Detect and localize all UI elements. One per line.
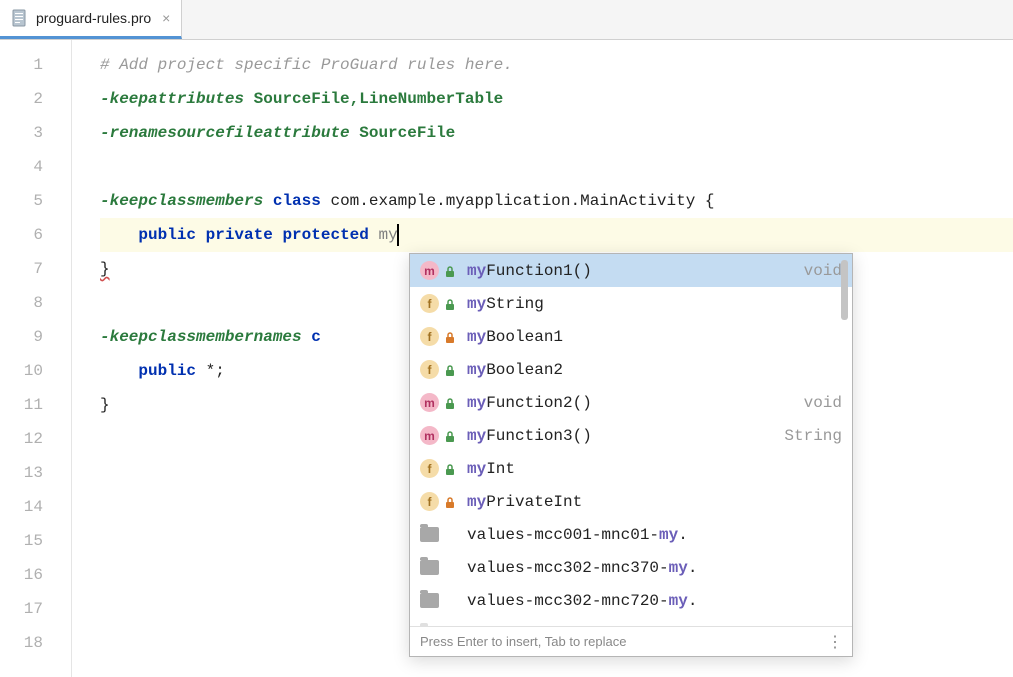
item-label: myBoolean2	[467, 361, 842, 379]
public-lock-icon	[445, 364, 455, 376]
item-label: values-mcc302-mnc720-my.	[467, 592, 842, 610]
line-number: 7	[0, 252, 71, 286]
close-brace: }	[100, 396, 110, 414]
public-lock-icon	[445, 529, 455, 541]
item-label: myString	[467, 295, 842, 313]
file-icon	[10, 8, 28, 28]
modifier-public: public	[138, 362, 196, 380]
autocomplete-item[interactable]: values-mcc001-mnc01-my.	[410, 518, 852, 551]
autocomplete-item[interactable]: f myString	[410, 287, 852, 320]
typed-text: my	[378, 226, 397, 244]
line-number: 15	[0, 524, 71, 558]
autocomplete-item[interactable]: values-mcc310-mnc030-my.	[410, 617, 852, 626]
line-gutter: 123456789101112131415161718	[0, 40, 72, 677]
autocomplete-item[interactable]: m myFunction2() void	[410, 386, 852, 419]
public-lock-icon	[445, 562, 455, 574]
folder-icon	[420, 560, 439, 575]
identifier: SourceFile,LineNumberTable	[254, 90, 504, 108]
class-keyword: class	[273, 192, 321, 210]
line-number: 5	[0, 184, 71, 218]
editor-tab[interactable]: proguard-rules.pro ×	[0, 0, 182, 39]
line-number: 8	[0, 286, 71, 320]
item-type: String	[784, 427, 842, 445]
class-keyword-partial: c	[311, 328, 321, 346]
method-badge-icon: m	[420, 261, 439, 280]
public-lock-icon	[445, 463, 455, 475]
line-number: 2	[0, 82, 71, 116]
method-badge-icon: m	[420, 393, 439, 412]
item-label: myInt	[467, 460, 842, 478]
folder-icon	[420, 593, 439, 608]
line-number: 3	[0, 116, 71, 150]
autocomplete-item[interactable]: f myInt	[410, 452, 852, 485]
identifier: SourceFile	[359, 124, 455, 142]
autocomplete-item[interactable]: f myBoolean2	[410, 353, 852, 386]
public-lock-icon	[445, 430, 455, 442]
autocomplete-popup[interactable]: mmyFunction1()voidfmyStringfmyBoolean1fm…	[409, 253, 853, 657]
method-badge-icon: m	[420, 426, 439, 445]
autocomplete-item[interactable]: f myPrivateInt	[410, 485, 852, 518]
line-number: 9	[0, 320, 71, 354]
field-badge-icon: f	[420, 294, 439, 313]
item-label: myFunction1()	[467, 262, 798, 280]
autocomplete-item[interactable]: values-mcc302-mnc720-my.	[410, 584, 852, 617]
line-number: 17	[0, 592, 71, 626]
line-number: 4	[0, 150, 71, 184]
caret	[397, 224, 399, 246]
item-type: void	[804, 394, 842, 412]
item-label: myFunction2()	[467, 394, 798, 412]
wildcard: *;	[206, 362, 225, 380]
current-line: public private protected my	[100, 218, 1013, 252]
item-type: void	[804, 262, 842, 280]
keyword: -keepclassmembers	[100, 192, 263, 210]
tab-filename: proguard-rules.pro	[36, 10, 151, 26]
item-label: values-mcc302-mnc370-my.	[467, 559, 842, 577]
field-badge-icon: f	[420, 327, 439, 346]
line-number: 11	[0, 388, 71, 422]
close-brace: }	[100, 260, 110, 278]
keyword: -keepclassmembernames	[100, 328, 302, 346]
tab-close-icon[interactable]: ×	[159, 11, 173, 25]
item-label: myFunction3()	[467, 427, 778, 445]
field-badge-icon: f	[420, 459, 439, 478]
line-number: 14	[0, 490, 71, 524]
modifier-protected: protected	[282, 226, 368, 244]
modifier-public: public	[138, 226, 196, 244]
item-label: myBoolean1	[467, 328, 842, 346]
private-lock-icon	[445, 331, 455, 343]
line-number: 18	[0, 626, 71, 660]
autocomplete-list: mmyFunction1()voidfmyStringfmyBoolean1fm…	[410, 254, 852, 626]
field-badge-icon: f	[420, 360, 439, 379]
modifier-private: private	[206, 226, 273, 244]
line-number: 10	[0, 354, 71, 388]
public-lock-icon	[445, 298, 455, 310]
item-label: values-mcc001-mnc01-my.	[467, 526, 842, 544]
line-number: 6	[0, 218, 71, 252]
public-lock-icon	[445, 595, 455, 607]
footer-hint: Press Enter to insert, Tab to replace	[420, 634, 626, 649]
keyword: -keepattributes	[100, 90, 244, 108]
public-lock-icon	[445, 397, 455, 409]
comment: # Add project specific ProGuard rules he…	[100, 56, 513, 74]
line-number: 13	[0, 456, 71, 490]
popup-scrollbar[interactable]	[841, 260, 848, 320]
folder-icon	[420, 527, 439, 542]
autocomplete-item[interactable]: f myBoolean1	[410, 320, 852, 353]
item-label: myPrivateInt	[467, 493, 842, 511]
autocomplete-item[interactable]: m myFunction1() void	[410, 254, 852, 287]
line-number: 16	[0, 558, 71, 592]
line-number: 1	[0, 48, 71, 82]
tab-bar: proguard-rules.pro ×	[0, 0, 1013, 40]
autocomplete-item[interactable]: m myFunction3() String	[410, 419, 852, 452]
autocomplete-item[interactable]: values-mcc302-mnc370-my.	[410, 551, 852, 584]
private-lock-icon	[445, 496, 455, 508]
class-fqn: com.example.myapplication.MainActivity {	[330, 192, 714, 210]
more-icon[interactable]: ⋮	[827, 632, 842, 652]
line-number: 12	[0, 422, 71, 456]
public-lock-icon	[445, 265, 455, 277]
popup-footer: Press Enter to insert, Tab to replace ⋮	[410, 626, 852, 656]
field-badge-icon: f	[420, 492, 439, 511]
keyword: -renamesourcefileattribute	[100, 124, 350, 142]
item-label: values-mcc310-mnc030-my.	[467, 625, 842, 627]
